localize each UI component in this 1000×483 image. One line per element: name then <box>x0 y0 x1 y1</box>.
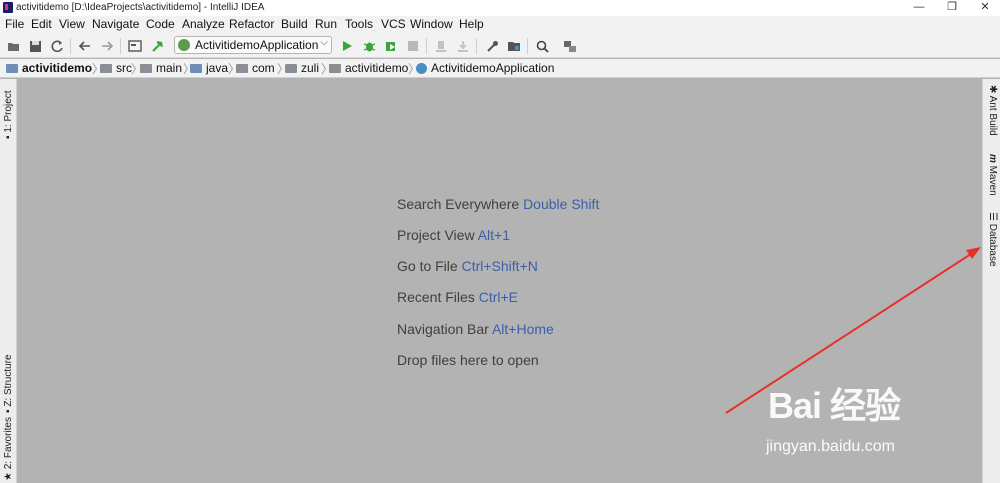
watermark-logo: Bai 经验 <box>768 385 901 426</box>
baidu-watermark: Bai 经验 jingyan.baidu.com <box>760 372 960 472</box>
watermark-url: jingyan.baidu.com <box>766 438 895 455</box>
